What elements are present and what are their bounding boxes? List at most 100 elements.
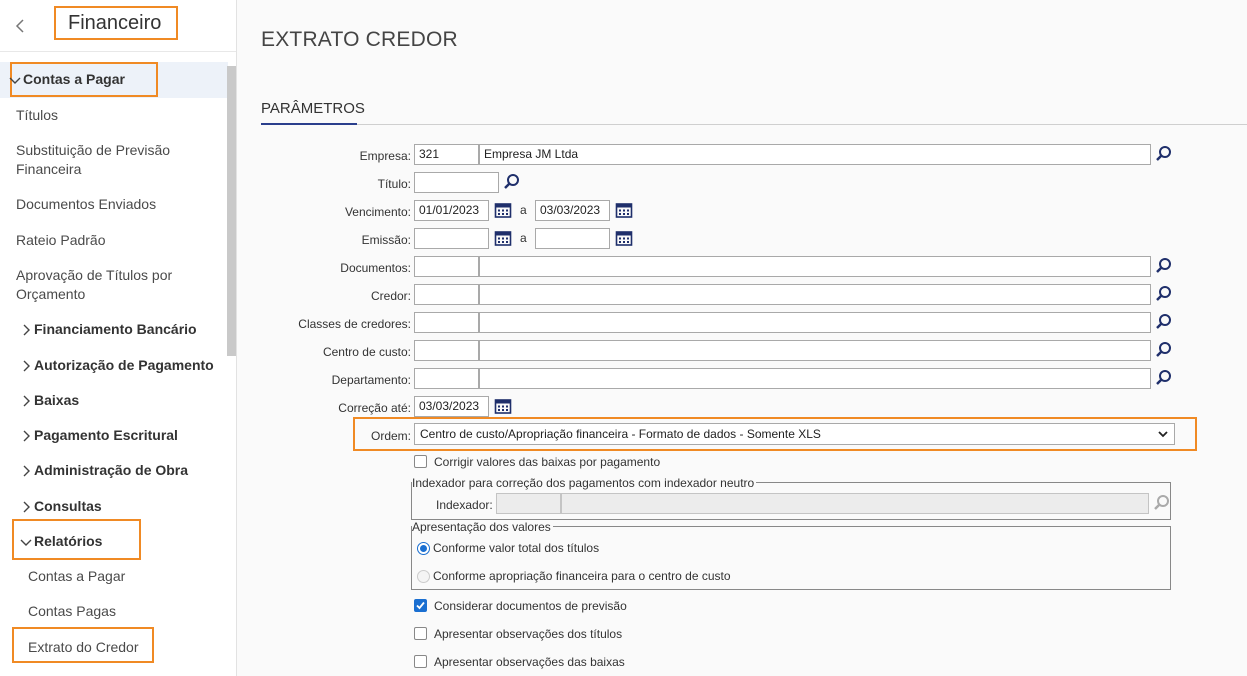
sidebar-item-relatorio-contas-pagas[interactable]: Contas Pagas	[28, 602, 116, 621]
empresa-code-input[interactable]: 321	[414, 144, 479, 165]
radio-valor-total-label: Conforme valor total dos títulos	[433, 541, 600, 555]
departamento-name-input[interactable]	[479, 368, 1151, 389]
ordem-select-value: Centro de custo/Apropriação financeira -…	[420, 427, 821, 441]
correcao-input[interactable]: 03/03/2023	[414, 396, 489, 417]
sidebar-item-substituicao[interactable]: Substituição de Previsão Financeira	[16, 141, 206, 179]
sidebar-group-contas-a-pagar[interactable]: Contas a Pagar	[8, 70, 125, 89]
indexador-code-input[interactable]	[496, 493, 561, 514]
search-icon[interactable]	[1152, 493, 1172, 513]
page-title: EXTRATO CREDOR	[261, 28, 458, 51]
obs-baixas-label: Apresentar observações das baixas	[434, 655, 625, 669]
indexador-name-input[interactable]	[561, 493, 1149, 514]
documentos-name-input[interactable]	[479, 256, 1151, 277]
sidebar-group-label: Consultas	[34, 498, 102, 514]
emissao-from-input[interactable]	[414, 228, 489, 249]
sidebar-group-label: Pagamento Escritural	[34, 427, 178, 443]
emissao-to-input[interactable]	[535, 228, 610, 249]
sidebar-group-relatorios[interactable]: Relatórios	[19, 532, 102, 551]
apresentacao-legend: Apresentação dos valores	[412, 520, 553, 534]
section-underline	[261, 123, 357, 125]
ordem-select[interactable]: Centro de custo/Apropriação financeira -…	[414, 423, 1175, 445]
departamento-label: Departamento:	[331, 373, 411, 387]
classes-credores-label: Classes de credores:	[298, 317, 411, 331]
sidebar-item-titulos[interactable]: Títulos	[16, 106, 58, 125]
radio-apropriacao-label: Conforme apropriação financeira para o c…	[433, 569, 731, 583]
sidebar-item-documentos-enviados[interactable]: Documentos Enviados	[16, 195, 156, 214]
search-icon[interactable]	[1154, 144, 1174, 164]
sidebar-group-label: Contas a Pagar	[23, 71, 125, 87]
obs-titulos-checkbox[interactable]	[414, 627, 427, 640]
corrigir-valores-label: Corrigir valores das baixas por pagament…	[434, 455, 661, 469]
sidebar-group-label: Administração de Obra	[34, 462, 189, 478]
credor-name-input[interactable]	[479, 284, 1151, 305]
empresa-name-input[interactable]: Empresa JM Ltda	[479, 144, 1151, 165]
vencimento-label: Vencimento:	[344, 205, 411, 219]
ordem-label: Ordem:	[370, 429, 411, 443]
sidebar-item-relatorio-contas-a-pagar[interactable]: Contas a Pagar	[28, 567, 125, 586]
calendar-icon[interactable]	[493, 200, 513, 220]
centro-name-input[interactable]	[479, 340, 1151, 361]
classes-name-input[interactable]	[479, 312, 1151, 333]
search-icon[interactable]	[1154, 284, 1174, 304]
sidebar-item-rateio-padrao[interactable]: Rateio Padrão	[16, 231, 106, 250]
sidebar-header: Financeiro	[0, 0, 236, 52]
sidebar-item-extrato-credor[interactable]: Extrato do Credor	[28, 638, 139, 657]
main-content: EXTRATO CREDOR PARÂMETROS Empresa: 321 E…	[237, 0, 1247, 676]
sidebar-group-label: Autorização de Pagamento	[34, 357, 214, 373]
search-icon[interactable]	[1154, 340, 1174, 360]
sidebar-group-consultas[interactable]: Consultas	[19, 497, 102, 516]
search-icon[interactable]	[502, 172, 522, 192]
credor-label: Credor:	[370, 289, 411, 303]
empresa-label: Empresa:	[359, 149, 411, 163]
range-separator: a	[520, 231, 527, 245]
obs-titulos-label: Apresentar observações dos títulos	[434, 627, 623, 641]
chevron-right-icon	[23, 465, 30, 476]
chevron-right-icon	[23, 501, 30, 512]
radio-apropriacao[interactable]	[417, 570, 430, 583]
sidebar-group-financiamento[interactable]: Financiamento Bancário	[19, 320, 197, 339]
corrigir-valores-checkbox[interactable]	[414, 455, 427, 468]
sidebar-scrollbar[interactable]	[227, 66, 236, 356]
indexador-legend: Indexador para correção dos pagamentos c…	[412, 476, 757, 490]
chevron-down-icon	[1158, 431, 1168, 438]
credor-code-input[interactable]	[414, 284, 479, 305]
app-window: Financeiro Contas a Pagar Títulos Substi…	[0, 0, 1247, 676]
calendar-icon[interactable]	[493, 228, 513, 248]
chevron-right-icon	[23, 324, 30, 335]
calendar-icon[interactable]	[493, 396, 513, 416]
calendar-icon[interactable]	[614, 228, 634, 248]
titulo-input[interactable]	[414, 172, 499, 193]
sidebar-group-administracao-obra[interactable]: Administração de Obra	[19, 461, 188, 480]
chevron-left-icon[interactable]	[10, 14, 30, 38]
range-separator: a	[520, 203, 527, 217]
vencimento-from-input[interactable]: 01/01/2023	[414, 200, 489, 221]
obs-baixas-checkbox[interactable]	[414, 655, 427, 668]
considerar-previsao-checkbox[interactable]	[414, 599, 427, 612]
centro-code-input[interactable]	[414, 340, 479, 361]
checkmark-icon	[416, 601, 425, 610]
sidebar-title: Financeiro	[54, 6, 178, 40]
chevron-right-icon	[23, 395, 30, 406]
radio-valor-total[interactable]	[417, 542, 430, 555]
sidebar-item-aprovacao[interactable]: Aprovação de Títulos por Orçamento	[16, 266, 206, 304]
sidebar: Financeiro Contas a Pagar Títulos Substi…	[0, 0, 237, 676]
emissao-label: Emissão:	[361, 233, 411, 247]
search-icon[interactable]	[1154, 368, 1174, 388]
indexador-label: Indexador:	[436, 498, 493, 512]
search-icon[interactable]	[1154, 256, 1174, 276]
search-icon[interactable]	[1154, 312, 1174, 332]
sidebar-group-label: Relatórios	[34, 533, 103, 549]
sidebar-group-label: Financiamento Bancário	[34, 321, 197, 337]
calendar-icon[interactable]	[614, 200, 634, 220]
documentos-label: Documentos:	[340, 261, 411, 275]
vencimento-to-input[interactable]: 03/03/2023	[535, 200, 610, 221]
titulo-label: Título:	[377, 177, 411, 191]
sidebar-group-baixas[interactable]: Baixas	[19, 391, 79, 410]
departamento-code-input[interactable]	[414, 368, 479, 389]
documentos-code-input[interactable]	[414, 256, 479, 277]
classes-code-input[interactable]	[414, 312, 479, 333]
sidebar-group-label: Baixas	[34, 392, 80, 408]
considerar-previsao-label: Considerar documentos de previsão	[434, 599, 627, 613]
sidebar-group-autorizacao[interactable]: Autorização de Pagamento	[19, 356, 214, 375]
sidebar-group-pagamento-escritural[interactable]: Pagamento Escritural	[19, 426, 178, 445]
